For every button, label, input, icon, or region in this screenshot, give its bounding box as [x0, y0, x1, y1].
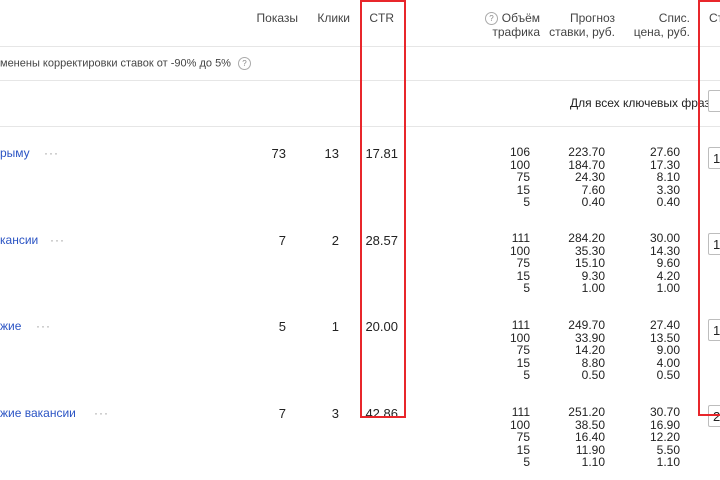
charged-value: 12.20 — [649, 430, 680, 444]
volume-value: 75 — [516, 256, 530, 270]
volume-value: 75 — [516, 343, 530, 357]
bid-column-highlight — [698, 0, 720, 416]
forecast-value: 0.50 — [581, 368, 605, 382]
adjustment-note-text: менены корректировки ставок от -90% до 5… — [0, 57, 231, 70]
charged-value: 8.10 — [656, 170, 680, 184]
charged-list: 27.60 17.30 8.10 3.30 0.40 — [635, 146, 680, 209]
volume-value: 5 — [523, 455, 530, 469]
help-icon[interactable]: ? — [238, 57, 252, 70]
shows-value: 7 — [278, 233, 286, 248]
volume-value: 5 — [523, 368, 530, 382]
charged-value: 1.00 — [656, 281, 680, 295]
volume-value: 75 — [516, 170, 530, 184]
forecast-value: 24.30 — [574, 170, 605, 184]
volume-value: 106 — [509, 145, 530, 159]
charged-value: 27.40 — [649, 318, 680, 332]
header-charged-line1: Спис. — [658, 11, 690, 25]
header-charged-line2: цена, руб. — [633, 25, 690, 39]
header-forecast-line1: Прогноз — [569, 11, 615, 25]
forecast-value: 16.40 — [574, 430, 605, 444]
header-charged[interactable]: Спис. цена, руб. — [628, 11, 690, 39]
volume-value: 5 — [523, 195, 530, 209]
volume-value: 111 — [511, 318, 530, 332]
all-phrases-label: Для всех ключевых фраз: — [570, 96, 714, 110]
shows-value: 7 — [278, 406, 286, 421]
volume-value: 111 — [511, 405, 530, 419]
charged-value: 0.50 — [656, 368, 680, 382]
header-volume-line2: трафика — [492, 25, 540, 39]
charged-value: 30.00 — [649, 231, 680, 245]
more-icon[interactable]: ··· — [36, 319, 51, 333]
forecast-value: 251.20 — [568, 405, 605, 419]
volume-list: 111 100 75 15 5 — [490, 232, 530, 295]
phrase-link[interactable]: жие вакансии — [0, 406, 76, 420]
phrase-link[interactable]: рыму — [0, 146, 30, 160]
charged-value: 30.70 — [649, 405, 680, 419]
forecast-value: 15.10 — [574, 256, 605, 270]
adjustment-note: менены корректировки ставок от -90% до 5… — [0, 57, 252, 70]
forecast-value: 14.20 — [574, 343, 605, 357]
phrase-link[interactable]: жие — [0, 319, 21, 333]
clicks-value: 3 — [331, 406, 339, 421]
volume-list: 111 100 75 15 5 — [490, 406, 530, 469]
more-icon[interactable]: ··· — [50, 233, 65, 247]
forecast-value: 249.70 — [568, 318, 605, 332]
more-icon[interactable]: ··· — [44, 146, 59, 160]
volume-list: 111 100 75 15 5 — [490, 319, 530, 382]
forecast-list: 223.70 184.70 24.30 7.60 0.40 — [560, 146, 605, 209]
more-icon[interactable]: ··· — [94, 406, 109, 420]
forecast-list: 284.20 35.30 15.10 9.30 1.00 — [560, 232, 605, 295]
charged-value: 0.40 — [656, 195, 680, 209]
forecast-value: 223.70 — [568, 145, 605, 159]
forecast-list: 249.70 33.90 14.20 8.80 0.50 — [560, 319, 605, 382]
forecast-value: 1.10 — [581, 455, 605, 469]
header-forecast[interactable]: Прогноз ставки, руб. — [548, 11, 615, 39]
forecast-value: 1.00 — [581, 281, 605, 295]
header-volume-line1: Объём — [501, 11, 540, 25]
phrase-link[interactable]: кансии — [0, 233, 38, 247]
charged-value: 9.00 — [656, 343, 680, 357]
charged-value: 27.60 — [649, 145, 680, 159]
header-volume[interactable]: Объём трафика — [492, 11, 540, 39]
volume-value: 111 — [511, 231, 530, 245]
shows-value: 5 — [278, 319, 286, 334]
shows-value: 73 — [271, 146, 286, 161]
header-forecast-line2: ставки, руб. — [549, 25, 615, 39]
forecast-list: 251.20 38.50 16.40 11.90 1.10 — [560, 406, 605, 469]
volume-list: 106 100 75 15 5 — [490, 146, 530, 209]
charged-list: 30.70 16.90 12.20 5.50 1.10 — [635, 406, 680, 469]
forecast-value: 0.40 — [581, 195, 605, 209]
header-clicks[interactable]: Клики — [305, 11, 350, 25]
clicks-value: 13 — [324, 146, 339, 161]
ctr-column-highlight — [360, 0, 406, 418]
volume-value: 75 — [516, 430, 530, 444]
clicks-value: 1 — [331, 319, 339, 334]
forecast-value: 284.20 — [568, 231, 605, 245]
header-shows[interactable]: Показы — [248, 11, 298, 25]
charged-value: 1.10 — [656, 455, 680, 469]
charged-list: 27.40 13.50 9.00 4.00 0.50 — [635, 319, 680, 382]
volume-value: 5 — [523, 281, 530, 295]
clicks-value: 2 — [331, 233, 339, 248]
charged-list: 30.00 14.30 9.60 4.20 1.00 — [635, 232, 680, 295]
charged-value: 9.60 — [656, 256, 680, 270]
